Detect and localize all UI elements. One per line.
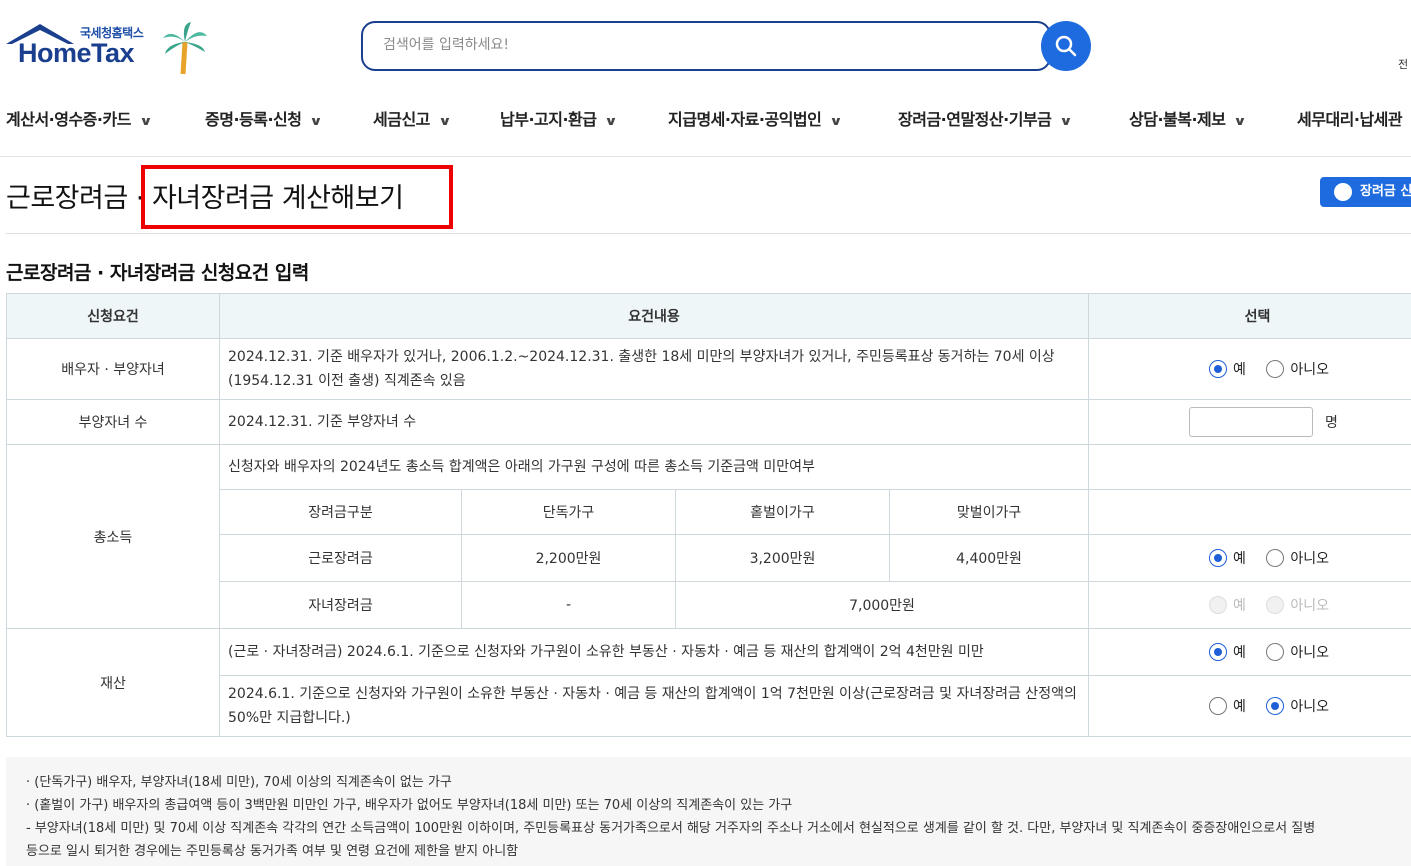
hometax-logo[interactable]: 국세청홈택스 HomeTax [6, 22, 216, 80]
radio-no[interactable] [1266, 549, 1285, 567]
child-count-input[interactable] [1189, 407, 1314, 437]
radio-group: 예 아니오 [1088, 628, 1411, 676]
table-row: 재산 (근로 · 자녀장려금) 2024.6.1. 기준으로 신청자와 가구원이… [6, 628, 1411, 737]
requirements-table: 신청요건 요건내용 선택 배우자 · 부양자녀 2024.12.31. 기준 배… [6, 293, 1411, 737]
chevron-down-icon: ∨ [1059, 114, 1074, 128]
radio-group: 예 아니오 [1088, 338, 1411, 400]
table-row: 부양자녀 수 2024.12.31. 기준 부양자녀 수 명 [6, 399, 1411, 445]
chevron-down-icon: ∨ [309, 114, 324, 128]
empty-cell [1088, 444, 1411, 490]
notes-box: · (단독가구) 배우자, 부양자녀(18세 미만), 70세 이상의 직계존속… [6, 757, 1411, 866]
nav-item-tax-agent[interactable]: 세무대리·납세관 [1297, 106, 1403, 130]
radio-no[interactable] [1266, 643, 1285, 661]
empty-cell [1088, 489, 1411, 535]
cell: 3,200만원 [675, 534, 890, 582]
logo-title: HomeTax [18, 38, 135, 68]
nav-item-incentive[interactable]: 장려금·연말정산·기부금 ∨ [898, 106, 1074, 130]
header-content: 요건내용 [218, 293, 1090, 339]
row-label: 부양자녀 수 [6, 399, 220, 445]
search-icon [1055, 35, 1077, 57]
palm-tree-icon [163, 22, 207, 75]
search-input[interactable] [383, 23, 1023, 67]
radio-no[interactable] [1266, 697, 1285, 715]
cell: 자녀장려금 [219, 581, 462, 629]
unit-label: 명 [1325, 415, 1338, 431]
nav-item-tax-report[interactable]: 세금신고 ∨ [373, 106, 452, 130]
radio-no[interactable] [1266, 360, 1285, 378]
radio-yes[interactable] [1209, 360, 1228, 378]
row-label: 재산 [6, 628, 220, 737]
main-nav: 계산서·영수증·카드 ∨ 증명·등록·신청 ∨ 세금신고 ∨ 납부·고지·환급 ∨ 지급… [0, 92, 1411, 157]
nav-item-consult[interactable]: 상담·불복·제보 ∨ [1129, 106, 1248, 130]
row-label: 배우자 · 부양자녀 [6, 338, 220, 400]
search-button[interactable] [1041, 21, 1091, 71]
chevron-down-icon: ∨ [604, 114, 619, 128]
cell: - [461, 581, 676, 629]
radio-no[interactable] [1266, 596, 1285, 614]
subheader-dual-earner: 맞벌이가구 [888, 489, 1090, 535]
chevron-down-icon: ∨ [438, 114, 452, 128]
divider [6, 233, 1411, 234]
radio-group: 예 아니오 [1088, 675, 1411, 737]
nav-item-certificate[interactable]: 증명·등록·신청 ∨ [205, 106, 324, 130]
note-line: - 부양자녀(18세 미만) 및 70세 이상 직계존속 각각의 연간 소득금액… [26, 821, 1316, 836]
incentive-apply-button[interactable]: 장려금 신 [1320, 177, 1411, 207]
child-count-cell: 명 [1088, 399, 1411, 445]
row-content: 2024.12.31. 기준 부양자녀 수 [218, 399, 1090, 445]
incentive-icon [1334, 183, 1352, 201]
radio-yes[interactable] [1209, 697, 1228, 715]
radio-yes[interactable] [1209, 549, 1228, 567]
table-row: 총소득 신청자와 배우자의 2024년도 총소득 합계액은 아래의 가구원 구성… [6, 444, 1411, 629]
row-content: 신청자와 배우자의 2024년도 총소득 합계액은 아래의 가구원 구성에 따른… [218, 444, 1090, 490]
row-label: 총소득 [6, 444, 220, 629]
chevron-down-icon: ∨ [829, 114, 844, 128]
header-requirement: 신청요건 [6, 293, 220, 339]
radio-yes[interactable] [1209, 596, 1228, 614]
row-content: 2024.6.1. 기준으로 신청자와 가구원이 소유한 부동산 · 자동차 ·… [218, 675, 1090, 737]
nav-item-invoice[interactable]: 계산서·영수증·카드 ∨ [6, 106, 153, 130]
cell: 근로장려금 [219, 534, 462, 582]
row-content: 2024.12.31. 기준 배우자가 있거나, 2006.1.2.~2024.… [218, 338, 1090, 400]
section-title: 근로장려금 · 자녀장려금 신청요건 입력 [6, 262, 309, 284]
radio-group: 예 아니오 [1088, 581, 1411, 629]
note-line: 등으로 일시 퇴거한 경우에는 주민등록상 동거가족 여부 및 연령 요건에 제… [26, 844, 519, 859]
note-line: · (단독가구) 배우자, 부양자녀(18세 미만), 70세 이상의 직계존속… [26, 775, 452, 790]
nav-item-statements[interactable]: 지급명세·자료·공익법인 ∨ [668, 106, 844, 130]
chevron-down-icon: ∨ [1233, 114, 1248, 128]
table-header-row: 신청요건 요건내용 선택 [6, 293, 1411, 339]
cell: 7,000만원 [674, 581, 1090, 629]
cell: 2,200만원 [461, 534, 676, 582]
menu-icon[interactable]: ⋮ [1404, 22, 1411, 41]
cell: 4,400만원 [888, 534, 1090, 582]
subheader-single: 단독가구 [461, 489, 676, 535]
note-line: · (홑벌이 가구) 배우자의 총급여액 등이 3백만원 미만인 가구, 배우자… [26, 798, 793, 813]
radio-group: 예 아니오 [1088, 534, 1411, 582]
search-box [361, 21, 1051, 71]
highlight-annotation [141, 165, 453, 229]
subheader-type: 장려금구분 [219, 489, 462, 535]
radio-yes[interactable] [1209, 643, 1228, 661]
chevron-down-icon: ∨ [139, 114, 153, 128]
subheader-single-earner: 홑벌이가구 [675, 489, 890, 535]
nav-item-payment[interactable]: 납부·고지·환급 ∨ [500, 106, 619, 130]
table-row: 배우자 · 부양자녀 2024.12.31. 기준 배우자가 있거나, 2006… [6, 338, 1411, 400]
all-menu-label[interactable]: 전 [1398, 56, 1408, 72]
header: 국세청홈택스 HomeTax ⋮ 전 [0, 0, 1411, 92]
row-content: (근로 · 자녀장려금) 2024.6.1. 기준으로 신청자와 가구원이 소유… [218, 628, 1090, 676]
header-select: 선택 [1088, 293, 1411, 339]
